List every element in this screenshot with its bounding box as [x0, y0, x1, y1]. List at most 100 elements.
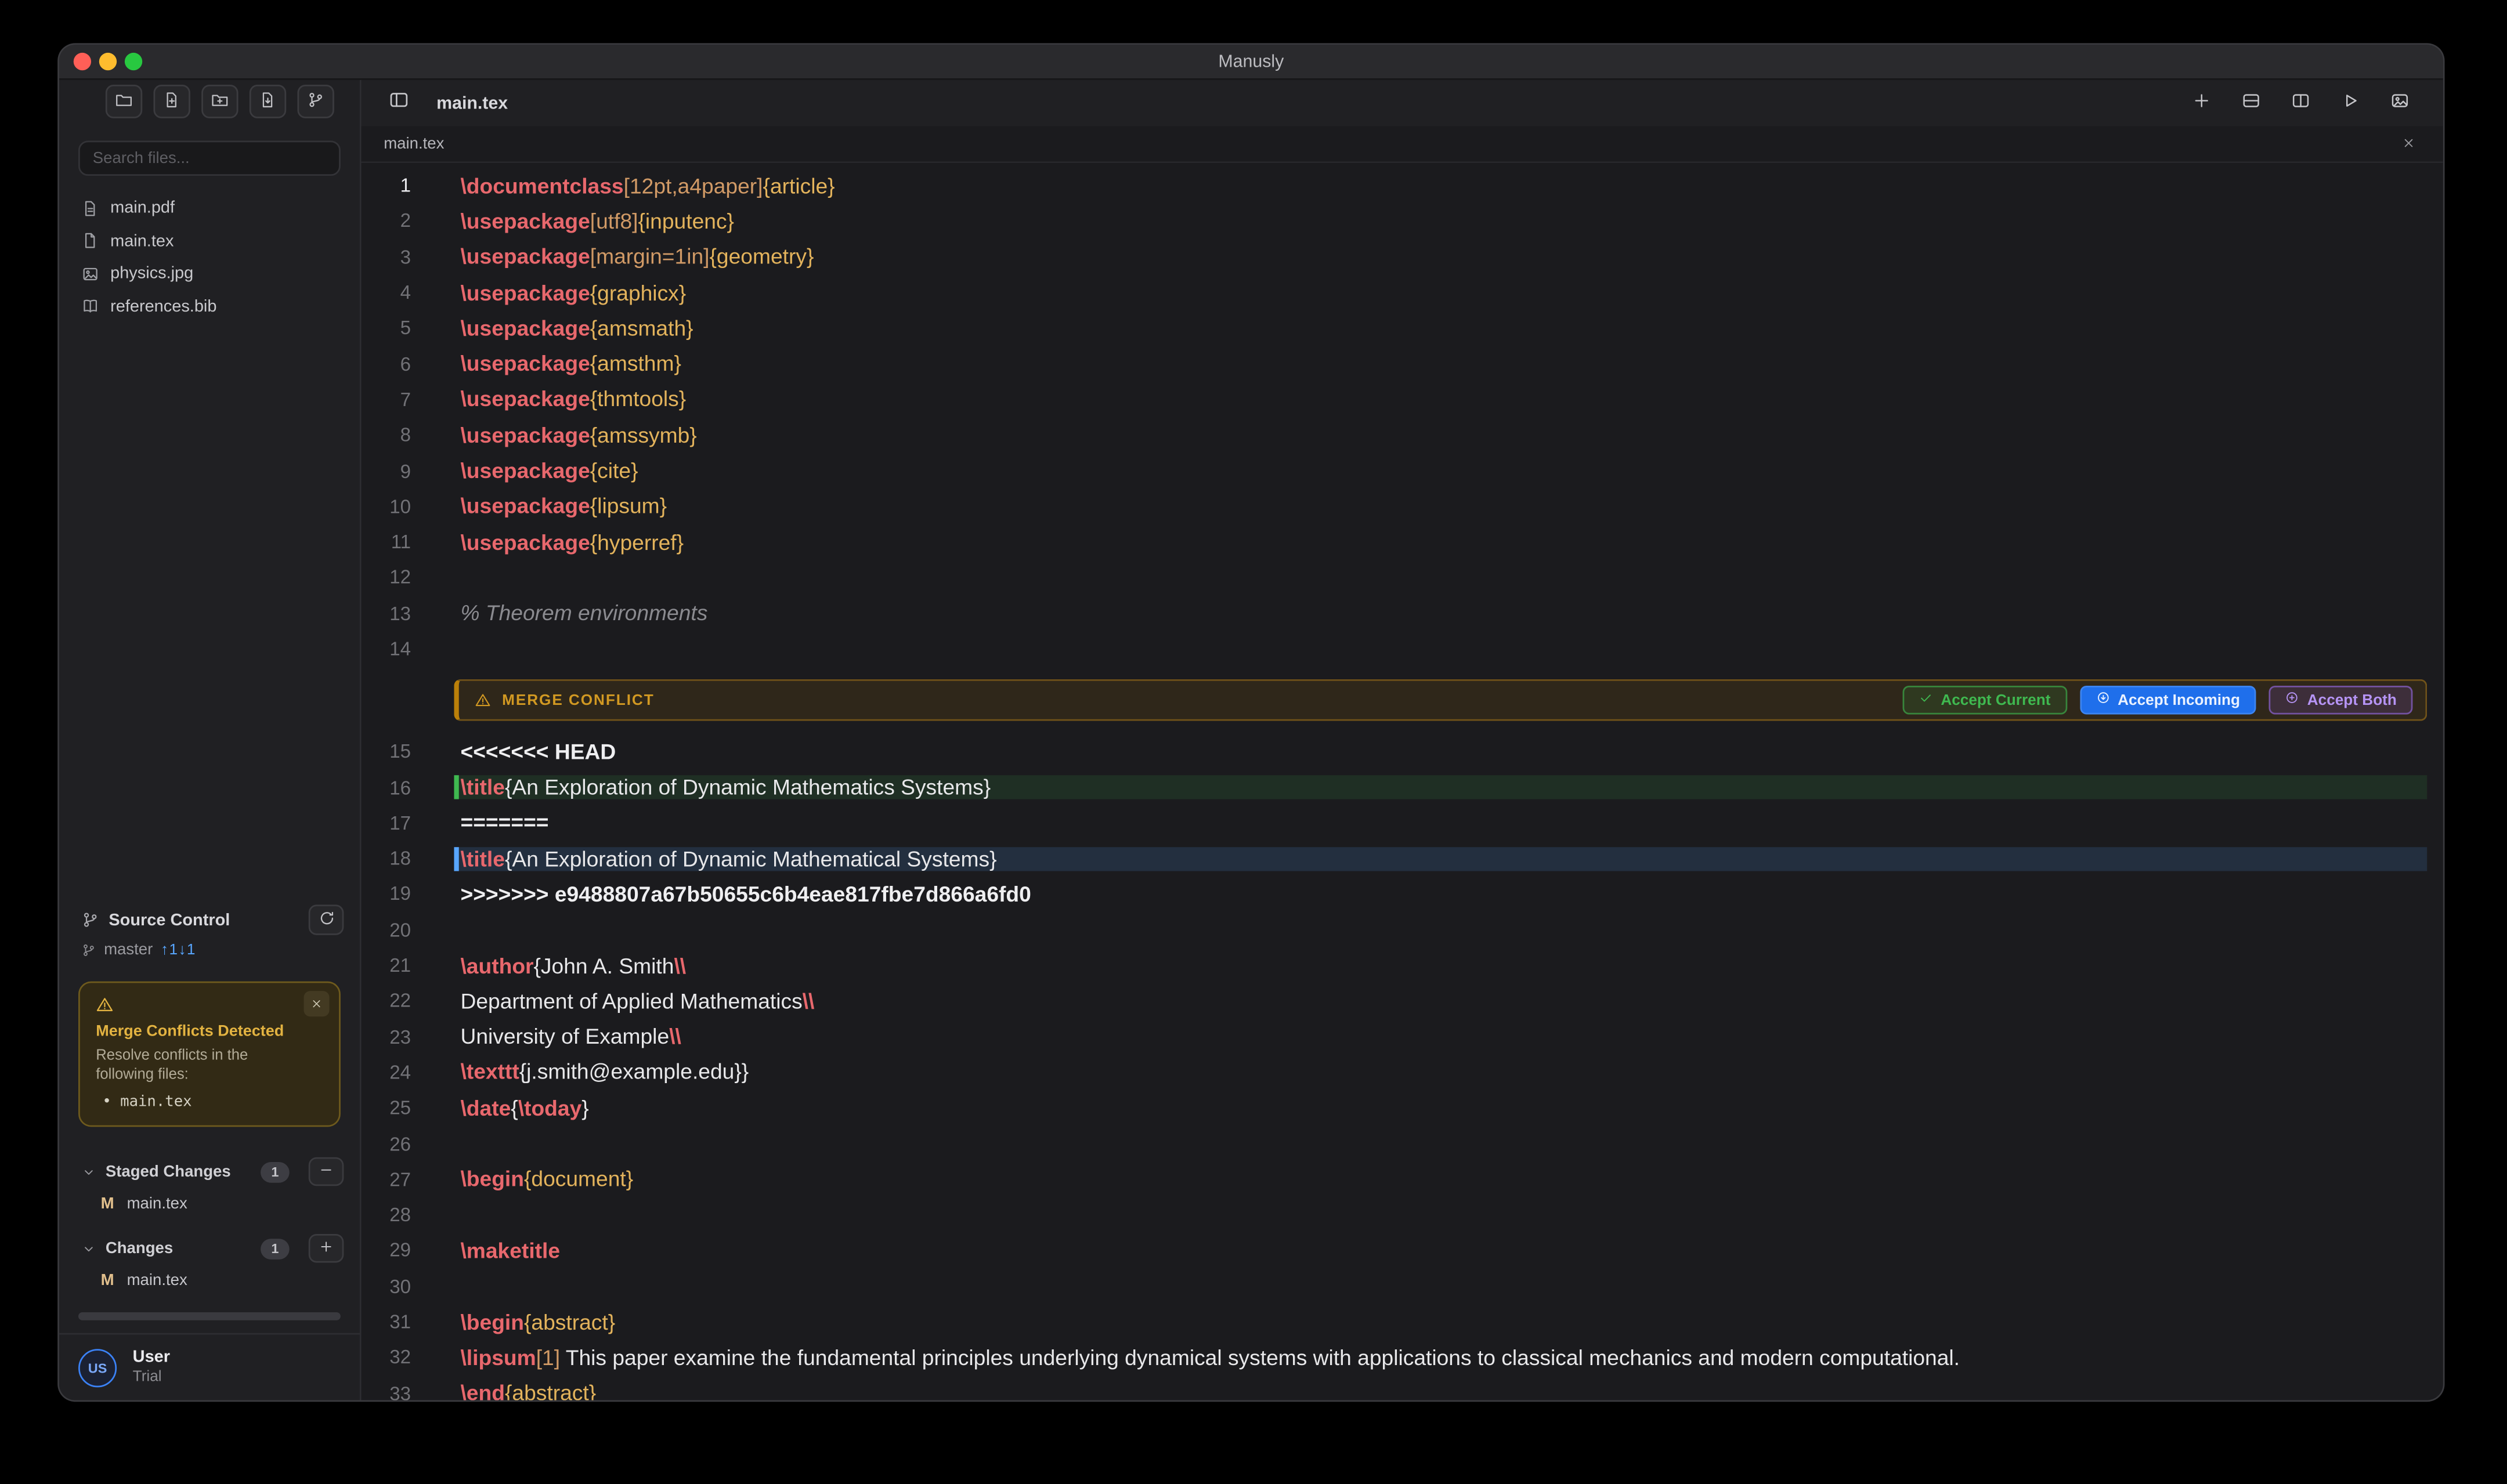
code-line[interactable]: 32\lipsum[1] This paper examine the fund… — [362, 1340, 2443, 1375]
tab-main-tex[interactable]: main.tex — [384, 135, 444, 153]
code-line[interactable]: 27\begin{document} — [362, 1161, 2443, 1197]
code-line[interactable]: 9\usepackage{cite} — [362, 453, 2443, 488]
branch-row[interactable]: master ↑1↓1 — [59, 936, 360, 965]
new-file-button[interactable] — [153, 85, 190, 118]
sidebar-scrollbar[interactable] — [78, 1312, 341, 1320]
avatar[interactable]: US — [78, 1348, 117, 1387]
sidebar-toolbar — [59, 80, 360, 118]
file-pdf-icon — [82, 200, 99, 217]
accept-current-button[interactable]: Accept Current — [1902, 686, 2067, 715]
refresh-button[interactable] — [309, 906, 344, 936]
code-text: \date{\today} — [454, 1096, 2427, 1120]
new-folder-icon — [211, 87, 229, 116]
file-item[interactable]: references.bib — [59, 290, 360, 323]
search-input[interactable] — [78, 140, 341, 176]
file-item[interactable]: main.tex — [59, 225, 360, 257]
code-line[interactable]: 5\usepackage{amsmath} — [362, 310, 2443, 346]
sidebar-spacer — [59, 323, 360, 905]
code-line[interactable]: 17======= — [362, 805, 2443, 841]
git-branch-button[interactable] — [297, 85, 334, 118]
code-line[interactable]: 1\documentclass[12pt,a4paper]{article} — [362, 168, 2443, 203]
new-folder-button[interactable] — [201, 85, 238, 118]
code-line[interactable]: 31\begin{abstract} — [362, 1304, 2443, 1340]
code-line[interactable]: 7\usepackage{thmtools} — [362, 382, 2443, 417]
code-line[interactable]: 30 — [362, 1268, 2443, 1304]
file-item[interactable]: main.pdf — [59, 192, 360, 225]
file-list: main.pdfmain.texphysics.jpgreferences.bi… — [59, 176, 360, 323]
close-window-button[interactable] — [74, 53, 91, 70]
code-line[interactable]: 22Department of Applied Mathematics\\ — [362, 983, 2443, 1019]
warning-message: Resolve conflicts in the following files… — [96, 1045, 288, 1085]
code-text: \author{John A. Smith\\ — [454, 954, 2427, 978]
code-line[interactable]: 28 — [362, 1197, 2443, 1233]
changed-file-item[interactable]: Mmain.tex — [59, 1264, 360, 1296]
code-line[interactable]: 29\maketitle — [362, 1233, 2443, 1268]
code-line[interactable]: 21\author{John A. Smith\\ — [362, 948, 2443, 983]
line-number: 9 — [362, 459, 425, 482]
staged-changes-header[interactable]: Staged Changes 1 — [59, 1156, 360, 1188]
code-line[interactable]: 15<<<<<<< HEAD — [362, 734, 2443, 769]
line-number: 24 — [362, 1061, 425, 1084]
code-line[interactable]: 4\usepackage{graphicx} — [362, 275, 2443, 310]
plus-icon — [318, 1238, 334, 1259]
main-panel: main.tex main.tex 1\documentclass[12pt,a… — [362, 80, 2443, 1400]
code-text: \end{abstract} — [454, 1381, 2427, 1400]
code-line[interactable]: 3\usepackage[margin=1in]{geometry} — [362, 239, 2443, 274]
code-line[interactable]: 25\date{\today} — [362, 1090, 2443, 1125]
close-tab-button[interactable] — [2395, 131, 2421, 157]
panel-left-icon — [388, 89, 409, 118]
open-folder-button[interactable] — [106, 85, 142, 118]
code-line[interactable]: 2\usepackage[utf8]{inputenc} — [362, 204, 2443, 239]
add-tab-button[interactable] — [2184, 88, 2219, 118]
tab-strip: main.tex — [362, 126, 2443, 163]
warning-file-list: • main.tex — [96, 1093, 323, 1110]
modified-status-badge: M — [101, 1195, 114, 1212]
preview-button[interactable] — [2382, 88, 2418, 118]
line-number: 19 — [362, 883, 425, 906]
code-editor[interactable]: 1\documentclass[12pt,a4paper]{article}2\… — [362, 163, 2443, 1400]
line-number: 32 — [362, 1347, 425, 1369]
code-line[interactable]: 13% Theorem environments — [362, 595, 2443, 631]
split-horizontal-button[interactable] — [2234, 88, 2269, 118]
book-icon — [82, 298, 99, 315]
code-text: \usepackage[margin=1in]{geometry} — [454, 245, 2427, 269]
code-line[interactable]: 19>>>>>>> e9488807a67b50655c6b4eae817fbe… — [362, 877, 2443, 912]
code-line[interactable]: 23University of Example\\ — [362, 1019, 2443, 1054]
code-text: \maketitle — [454, 1239, 2427, 1262]
stage-all-button[interactable] — [309, 1234, 344, 1263]
accept-both-button[interactable]: Accept Both — [2269, 686, 2413, 715]
line-number: 23 — [362, 1026, 425, 1048]
code-line[interactable]: 12 — [362, 560, 2443, 595]
line-number: 31 — [362, 1311, 425, 1333]
dismiss-warning-button[interactable] — [304, 991, 329, 1016]
code-line[interactable]: 6\usepackage{amsthm} — [362, 346, 2443, 381]
user-section[interactable]: US User Trial — [59, 1333, 360, 1400]
changed-file-item[interactable]: Mmain.tex — [59, 1188, 360, 1219]
sidebar: main.pdfmain.texphysics.jpgreferences.bi… — [59, 80, 362, 1400]
close-icon — [310, 989, 323, 1018]
code-line[interactable]: 10\usepackage{lipsum} — [362, 488, 2443, 524]
code-line[interactable]: 20 — [362, 912, 2443, 947]
code-line[interactable]: 18\title{An Exploration of Dynamic Mathe… — [362, 841, 2443, 876]
minimize-window-button[interactable] — [99, 53, 117, 70]
changes-header[interactable]: Changes 1 — [59, 1232, 360, 1264]
code-line[interactable]: 8\usepackage{amssymb} — [362, 417, 2443, 453]
run-button[interactable] — [2333, 88, 2368, 118]
code-line[interactable]: 11\usepackage{hyperref} — [362, 524, 2443, 560]
code-text: \usepackage{lipsum} — [454, 494, 2427, 518]
file-name: main.tex — [127, 1272, 187, 1289]
accept-both-label: Accept Both — [2307, 692, 2397, 709]
code-line[interactable]: 33\end{abstract} — [362, 1376, 2443, 1400]
code-line[interactable]: 16\title{An Exploration of Dynamic Mathe… — [362, 769, 2443, 805]
code-line[interactable]: 24\texttt{j.smith@example.edu}} — [362, 1055, 2443, 1090]
accept-incoming-button[interactable]: Accept Incoming — [2079, 686, 2256, 715]
file-item[interactable]: physics.jpg — [59, 258, 360, 290]
unstage-all-button[interactable] — [309, 1157, 344, 1186]
code-line[interactable]: 26 — [362, 1126, 2443, 1161]
split-vertical-button[interactable] — [2283, 88, 2318, 118]
merge-conflict-banner: MERGE CONFLICT Accept Current Accept Inc… — [454, 679, 2427, 721]
toggle-sidebar-button[interactable] — [381, 88, 416, 118]
import-file-button[interactable] — [250, 85, 286, 118]
code-line[interactable]: 14 — [362, 631, 2443, 667]
zoom-window-button[interactable] — [125, 53, 142, 70]
